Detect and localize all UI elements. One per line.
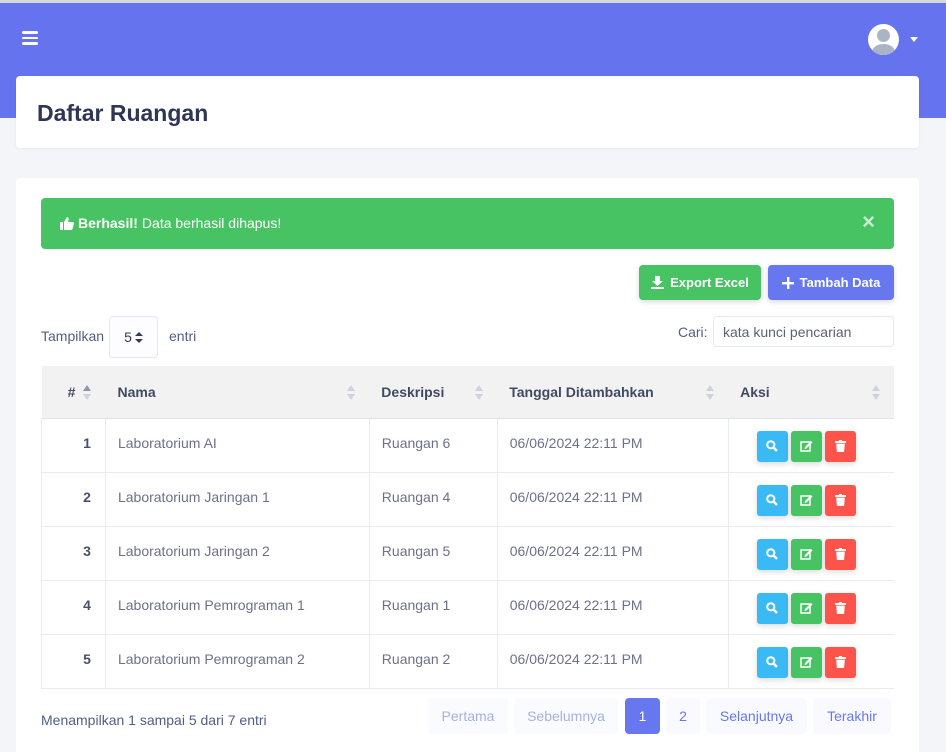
row-number: 1 bbox=[41, 418, 106, 473]
entries-per-page-select[interactable]: 5 bbox=[109, 316, 158, 358]
search-icon bbox=[766, 656, 778, 668]
pagination-previous[interactable]: Sebelumnya bbox=[514, 698, 618, 734]
search-icon bbox=[766, 440, 778, 452]
view-button[interactable] bbox=[756, 484, 788, 516]
view-button[interactable] bbox=[756, 592, 788, 624]
delete-button[interactable] bbox=[824, 538, 856, 570]
length-suffix-label: entri bbox=[169, 328, 197, 344]
hamburger-icon[interactable] bbox=[22, 31, 38, 45]
edit-button[interactable] bbox=[790, 430, 822, 462]
row-number: 3 bbox=[41, 526, 106, 581]
search-icon bbox=[766, 494, 778, 506]
rooms-table: # Nama Deskripsi Tanggal Ditambahkan Aks… bbox=[41, 366, 894, 689]
row-nama: Laboratorium Jaringan 2 bbox=[105, 526, 370, 581]
table-row: 3 Laboratorium Jaringan 2 Ruangan 5 06/0… bbox=[41, 526, 894, 581]
column-header-tanggal[interactable]: Tanggal Ditambahkan bbox=[497, 366, 729, 419]
export-excel-label: Export Excel bbox=[670, 275, 749, 290]
trash-icon bbox=[834, 440, 846, 452]
row-number: 5 bbox=[41, 634, 106, 689]
user-avatar-icon[interactable] bbox=[868, 24, 899, 55]
edit-button[interactable] bbox=[790, 592, 822, 624]
row-tanggal: 06/06/2024 22:11 PM bbox=[497, 418, 729, 473]
row-deskripsi: Ruangan 6 bbox=[369, 418, 498, 473]
edit-button[interactable] bbox=[790, 484, 822, 516]
row-nama: Laboratorium Pemrograman 1 bbox=[105, 580, 370, 635]
trash-icon bbox=[834, 602, 846, 614]
edit-icon bbox=[799, 549, 813, 560]
row-actions bbox=[728, 418, 894, 473]
download-icon bbox=[651, 276, 665, 289]
delete-button[interactable] bbox=[824, 646, 856, 678]
row-actions bbox=[728, 526, 894, 581]
delete-button[interactable] bbox=[824, 484, 856, 516]
table-info: Menampilkan 1 sampai 5 dari 7 entri bbox=[41, 712, 267, 728]
main-card: Berhasil! Data berhasil dihapus! × Expor… bbox=[16, 178, 919, 752]
row-deskripsi: Ruangan 2 bbox=[369, 634, 498, 689]
row-nama: Laboratorium Pemrograman 2 bbox=[105, 634, 370, 689]
add-data-label: Tambah Data bbox=[799, 275, 881, 290]
entries-per-page-value: 5 bbox=[124, 329, 132, 345]
search-label: Cari: bbox=[678, 324, 708, 340]
add-data-button[interactable]: Tambah Data bbox=[768, 265, 894, 300]
edit-button[interactable] bbox=[790, 538, 822, 570]
row-number: 2 bbox=[41, 472, 106, 527]
thumbs-up-icon bbox=[60, 216, 74, 230]
row-actions bbox=[728, 472, 894, 527]
alert-message: Data berhasil dihapus! bbox=[141, 215, 282, 231]
column-header-aksi[interactable]: Aksi bbox=[728, 366, 894, 419]
table-row: 5 Laboratorium Pemrograman 2 Ruangan 2 0… bbox=[41, 634, 894, 689]
row-nama: Laboratorium Jaringan 1 bbox=[105, 472, 370, 527]
delete-button[interactable] bbox=[824, 592, 856, 624]
export-excel-button[interactable]: Export Excel bbox=[639, 265, 761, 300]
edit-button[interactable] bbox=[790, 646, 822, 678]
pagination-first[interactable]: Pertama bbox=[428, 698, 508, 734]
view-button[interactable] bbox=[756, 430, 788, 462]
row-tanggal: 06/06/2024 22:11 PM bbox=[497, 526, 729, 581]
edit-icon bbox=[799, 495, 813, 506]
plus-icon bbox=[781, 276, 794, 289]
edit-icon bbox=[799, 441, 813, 452]
delete-button[interactable] bbox=[824, 430, 856, 462]
edit-icon bbox=[799, 657, 813, 668]
pagination-page-2[interactable]: 2 bbox=[666, 698, 700, 734]
sort-arrows-icon bbox=[134, 331, 143, 343]
search-input[interactable] bbox=[713, 316, 894, 347]
row-tanggal: 06/06/2024 22:11 PM bbox=[497, 634, 729, 689]
row-actions bbox=[728, 580, 894, 635]
table-header-row: # Nama Deskripsi Tanggal Ditambahkan Aks… bbox=[41, 366, 894, 419]
table-row: 2 Laboratorium Jaringan 1 Ruangan 4 06/0… bbox=[41, 472, 894, 527]
row-deskripsi: Ruangan 5 bbox=[369, 526, 498, 581]
view-button[interactable] bbox=[756, 538, 788, 570]
row-tanggal: 06/06/2024 22:11 PM bbox=[497, 580, 729, 635]
column-header-number[interactable]: # bbox=[41, 366, 106, 419]
trash-icon bbox=[834, 548, 846, 560]
row-tanggal: 06/06/2024 22:11 PM bbox=[497, 472, 729, 527]
row-number: 4 bbox=[41, 580, 106, 635]
table-row: 1 Laboratorium AI Ruangan 6 06/06/2024 2… bbox=[41, 418, 894, 473]
column-header-deskripsi[interactable]: Deskripsi bbox=[369, 366, 498, 419]
pagination-last[interactable]: Terakhir bbox=[813, 698, 891, 734]
trash-icon bbox=[834, 656, 846, 668]
alert-title: Berhasil! bbox=[78, 215, 138, 231]
edit-icon bbox=[799, 603, 813, 614]
search-icon bbox=[766, 548, 778, 560]
row-nama: Laboratorium AI bbox=[105, 418, 370, 473]
length-prefix-label: Tampilkan bbox=[41, 328, 105, 344]
view-button[interactable] bbox=[756, 646, 788, 678]
pagination-page-1[interactable]: 1 bbox=[625, 698, 660, 734]
close-alert-button[interactable]: × bbox=[862, 211, 875, 233]
page-title: Daftar Ruangan bbox=[37, 100, 209, 126]
row-deskripsi: Ruangan 4 bbox=[369, 472, 498, 527]
search-icon bbox=[766, 602, 778, 614]
row-deskripsi: Ruangan 1 bbox=[369, 580, 498, 635]
success-alert: Berhasil! Data berhasil dihapus! × bbox=[41, 198, 894, 249]
row-actions bbox=[728, 634, 894, 689]
table-row: 4 Laboratorium Pemrograman 1 Ruangan 1 0… bbox=[41, 580, 894, 635]
pagination-next[interactable]: Selanjutnya bbox=[706, 698, 807, 734]
page-header-card: Daftar Ruangan bbox=[16, 76, 919, 148]
column-header-nama[interactable]: Nama bbox=[105, 366, 370, 419]
trash-icon bbox=[834, 494, 846, 506]
caret-down-icon[interactable] bbox=[910, 37, 918, 42]
